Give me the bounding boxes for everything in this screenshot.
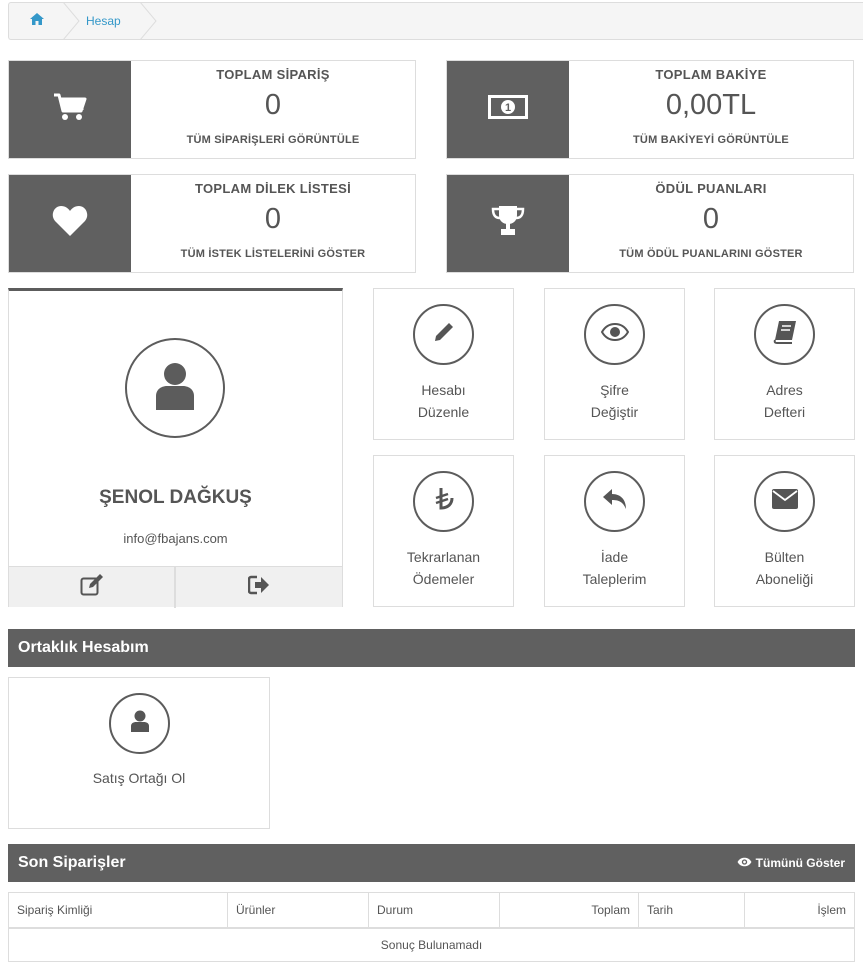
logout-icon <box>247 575 270 600</box>
edit-profile-button[interactable] <box>9 567 176 608</box>
tile-label-line1: Tekrarlanan <box>406 549 481 565</box>
stat-title: ÖDÜL PUANLARI <box>655 181 767 196</box>
logout-button[interactable] <box>176 567 342 608</box>
table-header-row: Sipariş Kimliği Ürünler Durum Toplam Tar… <box>8 892 855 929</box>
pencil-icon <box>433 321 455 348</box>
affiliate-section-header: Ortaklık Hesabım <box>8 629 855 667</box>
trophy-icon <box>491 205 525 242</box>
breadcrumb-home[interactable] <box>9 3 64 39</box>
avatar <box>125 338 225 438</box>
eye-icon <box>600 322 629 346</box>
eye-icon <box>737 844 752 882</box>
heart-icon <box>52 205 88 242</box>
stat-wishlist: TOPLAM DİLEK LİSTESİ 0 TÜM İSTEK LİSTELE… <box>8 174 416 273</box>
money-icon: 1 <box>488 95 528 124</box>
tile-label-line2: Ödemeler <box>412 571 475 587</box>
book-icon <box>773 320 797 349</box>
tile-return-requests[interactable]: İade Taleplerim <box>544 455 685 607</box>
tile-label-line2: Taleplerim <box>582 571 647 587</box>
home-icon <box>29 12 44 30</box>
stat-value: 0 <box>264 203 282 235</box>
tile-label-line2: Değiştir <box>590 404 639 420</box>
stat-title: TOPLAM SİPARİŞ <box>216 67 330 82</box>
stat-total-orders: TOPLAM SİPARİŞ 0 TÜM SİPARİŞLERİ GÖRÜNTÜ… <box>8 60 416 159</box>
tile-edit-account[interactable]: Hesabı Düzenle <box>373 288 514 440</box>
column-header-products[interactable]: Ürünler <box>227 892 369 929</box>
stat-link-balance[interactable]: TÜM BAKİYEYİ GÖRÜNTÜLE <box>569 134 853 146</box>
tile-label-line2: Aboneliği <box>755 571 814 587</box>
show-all-label: Tümünü Göster <box>755 856 845 870</box>
user-icon <box>130 710 150 737</box>
orders-table: Sipariş Kimliği Ürünler Durum Toplam Tar… <box>8 892 855 962</box>
user-icon <box>155 362 195 415</box>
stat-link-orders[interactable]: TÜM SİPARİŞLERİ GÖRÜNTÜLE <box>131 134 415 146</box>
empty-result-message: Sonuç Bulunamadı <box>8 927 855 962</box>
lira-icon <box>434 487 454 516</box>
show-all-orders-link[interactable]: Tümünü Göster <box>737 844 845 882</box>
column-header-total[interactable]: Toplam <box>499 892 639 929</box>
column-header-action[interactable]: İşlem <box>744 892 855 929</box>
section-title: Ortaklık Hesabım <box>18 639 149 656</box>
stat-total-balance: 1 TOPLAM BAKİYE 0,00TL TÜM BAKİYEYİ GÖRÜ… <box>446 60 854 159</box>
stat-value: 0 <box>702 203 720 235</box>
edit-icon <box>80 574 104 601</box>
tile-label-line1: İade <box>600 549 629 565</box>
stat-value: 0,00TL <box>665 89 757 121</box>
tile-label-line1: Adres <box>766 382 803 398</box>
column-header-order-id[interactable]: Sipariş Kimliği <box>8 892 228 929</box>
recent-orders-header: Son Siparişler Tümünü Göster <box>8 844 855 882</box>
tile-become-affiliate[interactable]: Satış Ortağı Ol <box>8 677 270 829</box>
table-row: Sonuç Bulunamadı <box>8 927 855 962</box>
svg-text:1: 1 <box>505 102 511 114</box>
stat-title: TOPLAM DİLEK LİSTESİ <box>195 181 351 196</box>
tile-newsletter[interactable]: Bülten Aboneliği <box>714 455 855 607</box>
profile-email: info@fbajans.com <box>123 531 228 546</box>
column-header-status[interactable]: Durum <box>368 892 500 929</box>
tile-recurring-payments[interactable]: Tekrarlanan Ödemeler <box>373 455 514 607</box>
stat-reward-points: ÖDÜL PUANLARI 0 TÜM ÖDÜL PUANLARINI GÖST… <box>446 174 854 273</box>
profile-name: ŞENOL DAĞKUŞ <box>99 487 252 508</box>
breadcrumb: Hesap <box>8 2 863 40</box>
tile-label-line2: Düzenle <box>417 404 470 420</box>
tile-label-line1: Hesabı <box>421 382 466 398</box>
reply-icon <box>602 488 628 515</box>
tile-address-book[interactable]: Adres Defteri <box>714 288 855 440</box>
tile-label-line1: Bülten <box>764 549 805 565</box>
stat-link-rewards[interactable]: TÜM ÖDÜL PUANLARINI GÖSTER <box>569 248 853 260</box>
tile-change-password[interactable]: Şifre Değiştir <box>544 288 685 440</box>
tile-label-line2: Defteri <box>763 404 806 420</box>
tile-label-line1: Şifre <box>600 382 629 398</box>
profile-actions <box>9 566 342 608</box>
stat-value: 0 <box>264 89 282 121</box>
tile-label: Satış Ortağı Ol <box>92 770 186 786</box>
stat-link-wishlist[interactable]: TÜM İSTEK LİSTELERİNİ GÖSTER <box>131 248 415 260</box>
breadcrumb-item-account[interactable]: Hesap <box>86 3 121 39</box>
stat-title: TOPLAM BAKİYE <box>655 67 767 82</box>
column-header-date[interactable]: Tarih <box>638 892 745 929</box>
envelope-icon <box>771 489 798 514</box>
profile-card: ŞENOL DAĞKUŞ info@fbajans.com <box>8 288 343 608</box>
cart-icon <box>53 92 87 127</box>
section-title: Son Siparişler <box>18 854 126 871</box>
